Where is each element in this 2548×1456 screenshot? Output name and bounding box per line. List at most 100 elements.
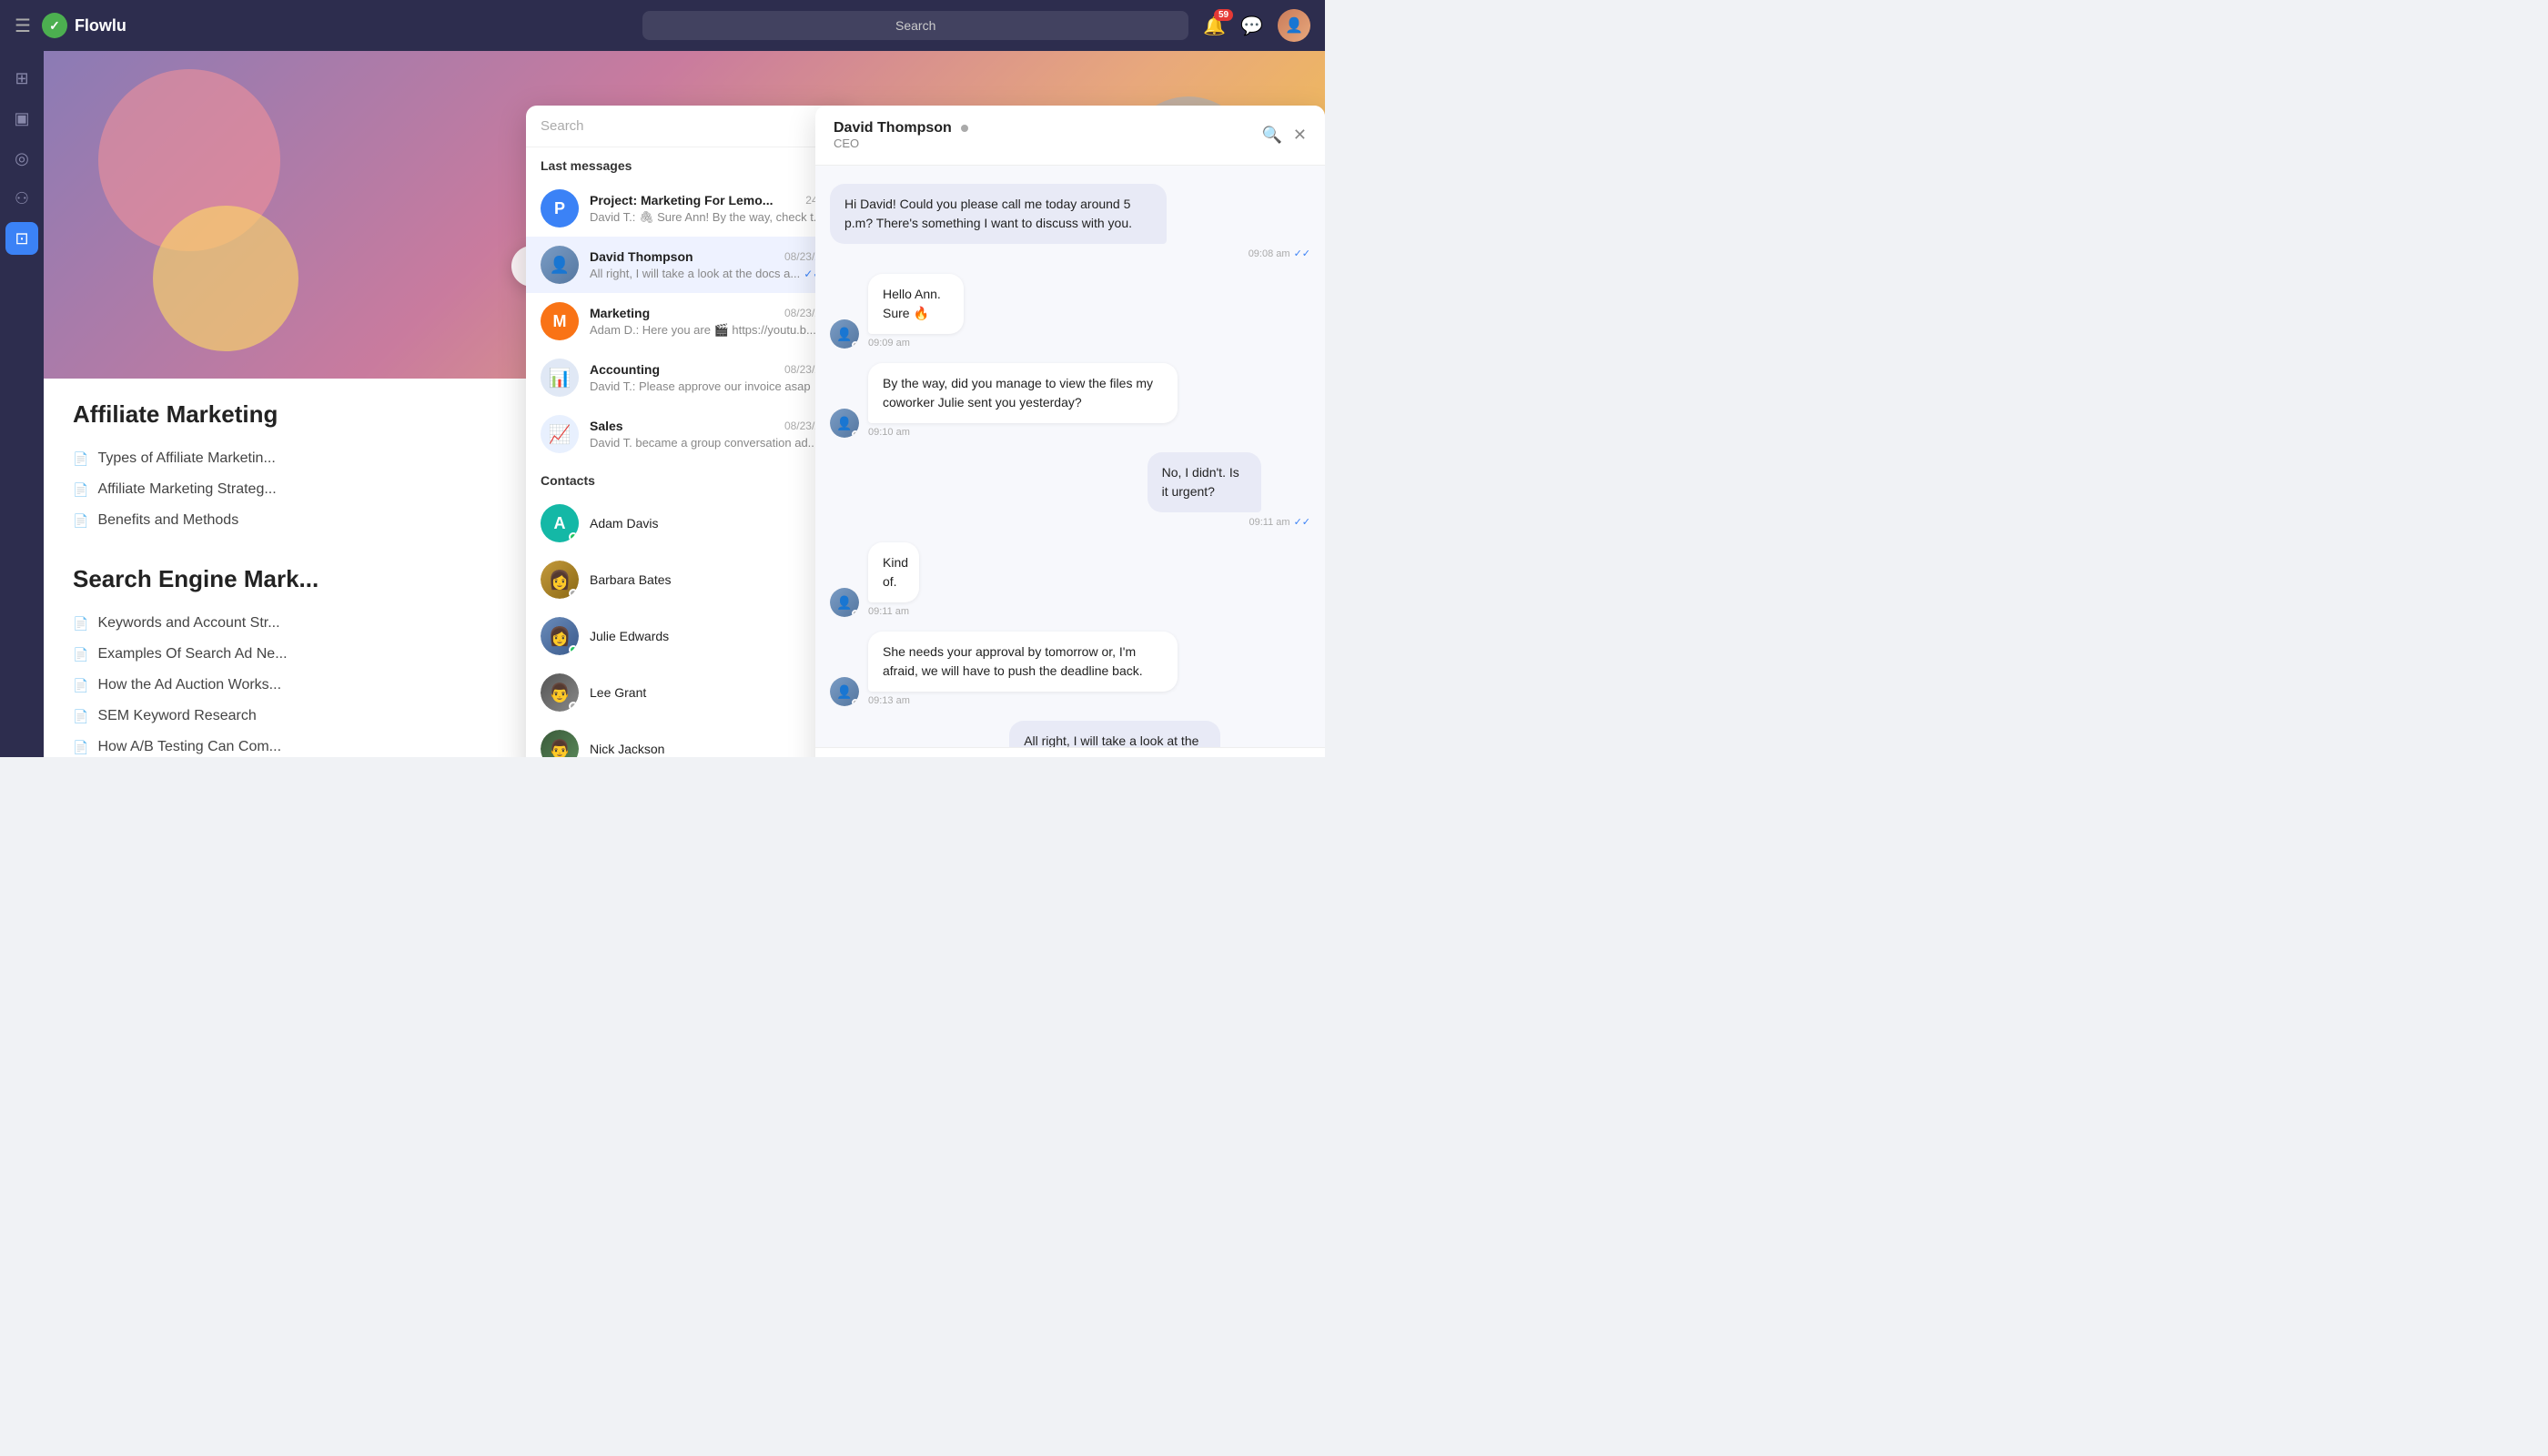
online-status-indicator [569, 645, 578, 654]
msg-header: David Thompson 08/23/2022 [590, 249, 839, 264]
msg-header: Accounting 08/23/2022 [590, 362, 839, 377]
user-avatar[interactable]: 👤 [1278, 9, 1310, 42]
sender-avatar: 👤 [830, 588, 859, 617]
msg-content: Marketing 08/23/2022 Adam D.: Here you a… [590, 306, 839, 338]
msg-content: Accounting 08/23/2022 David T.: Please a… [590, 362, 839, 393]
contact-item-barbara[interactable]: 👩 Barbara Bates [526, 551, 854, 608]
app-logo[interactable]: ✓ Flowlu [42, 13, 126, 38]
sidebar-item-crm[interactable]: ◎ [5, 142, 38, 175]
chat-bubble: She needs your approval by tomorrow or, … [868, 632, 1178, 692]
chat-bubble-meta: 09:11 am [868, 606, 940, 617]
messages-search-input[interactable] [541, 118, 810, 134]
contact-name-julie: Julie Edwards [590, 629, 669, 643]
contact-item-nick[interactable]: 👨 Nick Jackson [526, 721, 854, 757]
top-navigation: ☰ ✓ Flowlu Search 🔔 59 💬 👤 [0, 0, 1325, 51]
contact-avatar-adam: A [541, 504, 579, 542]
msg-name: Project: Marketing For Lemo... [590, 193, 773, 207]
messages-search-bar: 👥 [526, 106, 854, 147]
chat-search-button[interactable]: 🔍 [1261, 126, 1281, 145]
doc-icon: 📄 [73, 451, 88, 467]
chat-status-dot [961, 125, 968, 132]
contact-avatar-barbara: 👩 [541, 561, 579, 599]
msg-name: Sales [590, 419, 623, 433]
msg-avatar-sales: 📈 [541, 415, 579, 453]
chat-message-incoming: 👤 She needs your approval by tomorrow or… [830, 632, 1310, 706]
message-item-marketing[interactable]: M Marketing 08/23/2022 Adam D.: Here you… [526, 293, 854, 349]
message-item-sales[interactable]: 📈 Sales 08/23/2022 David T. became a gro… [526, 406, 854, 462]
check-icon: ✓✓ [1294, 248, 1310, 259]
sidebar-item-contacts[interactable]: ⚇ [5, 182, 38, 215]
sidebar: ⊞ ▣ ◎ ⚇ ⊡ [0, 51, 44, 757]
contact-item-adam[interactable]: A Adam Davis [526, 495, 854, 551]
msg-content: David Thompson 08/23/2022 All right, I w… [590, 249, 839, 280]
content-area: Marketing Fundamentals, strategies, me..… [44, 51, 1325, 757]
chat-input-area: Ctrl+Enter 📎 😊 ➤ [815, 747, 1325, 757]
chat-close-button[interactable]: ✕ [1293, 126, 1307, 145]
sender-avatar: 👤 [830, 409, 859, 438]
msg-header: Marketing 08/23/2022 [590, 306, 839, 320]
chat-message-outgoing: Hi David! Could you please call me today… [830, 184, 1310, 259]
sender-avatar: 👤 [830, 677, 859, 706]
chat-user-name: David Thompson [834, 120, 952, 136]
sender-avatar: 👤 [830, 319, 859, 349]
notification-count: 59 [1214, 9, 1233, 21]
chat-messages: Hi David! Could you please call me today… [815, 166, 1325, 747]
msg-preview: David T.: 🖇 Sure Ann! By the way, check … [590, 210, 839, 225]
offline-status-indicator [569, 589, 578, 598]
contact-item-julie[interactable]: 👩 Julie Edwards [526, 608, 854, 664]
contact-avatar-nick: 👨 [541, 730, 579, 757]
msg-avatar-david: 👤 [541, 246, 579, 284]
chat-bubble-meta: 09:09 am [868, 338, 1006, 349]
message-item-david-thompson[interactable]: 👤 David Thompson 08/23/2022 All right, I… [526, 237, 854, 293]
msg-header: Project: Marketing For Lemo... 24 aug [590, 193, 839, 207]
offline-status-indicator [569, 702, 578, 711]
chat-bubble: Hi David! Could you please call me today… [830, 184, 1167, 244]
chat-bubble-meta: 09:08 am ✓✓ [830, 248, 1310, 259]
sender-status [852, 341, 859, 349]
last-messages-title: Last messages [526, 147, 854, 180]
chat-message-incoming: 👤 By the way, did you manage to view the… [830, 363, 1310, 438]
main-layout: ⊞ ▣ ◎ ⚇ ⊡ Marketing Fundamentals, strate… [0, 51, 1325, 757]
msg-content: Project: Marketing For Lemo... 24 aug Da… [590, 193, 839, 225]
menu-icon[interactable]: ☰ [15, 15, 31, 37]
contact-name-adam: Adam Davis [590, 516, 658, 531]
contact-name-barbara: Barbara Bates [590, 572, 672, 587]
notifications-bell[interactable]: 🔔 59 [1203, 15, 1226, 37]
doc-icon: 📄 [73, 740, 88, 755]
chat-message-outgoing: No, I didn't. Is it urgent? 09:11 am ✓✓ [830, 452, 1310, 528]
msg-avatar-project: P [541, 189, 579, 228]
message-item-project-marketing[interactable]: P Project: Marketing For Lemo... 24 aug … [526, 180, 854, 237]
app-name: Flowlu [75, 16, 126, 35]
chat-bubble-meta: 09:10 am [868, 427, 1310, 438]
contact-item-lee[interactable]: 👨 Lee Grant [526, 664, 854, 721]
chat-user-role: CEO [834, 136, 968, 150]
chat-bubble: Kind of. [868, 542, 919, 602]
doc-icon: 📄 [73, 513, 88, 529]
chat-bubble: By the way, did you manage to view the f… [868, 363, 1178, 423]
doc-icon: 📄 [73, 616, 88, 632]
contacts-title: Contacts [526, 462, 854, 495]
sidebar-item-tasks[interactable]: ▣ [5, 102, 38, 135]
logo-icon: ✓ [42, 13, 67, 38]
message-item-accounting[interactable]: 📊 Accounting 08/23/2022 David T.: Please… [526, 349, 854, 406]
contact-name-lee: Lee Grant [590, 685, 646, 700]
chat-bubble-meta: 09:11 am ✓✓ [1148, 516, 1310, 528]
chat-bubble-meta: 09:13 am [868, 695, 1310, 706]
contact-avatar-lee: 👨 [541, 673, 579, 712]
chat-bubble: No, I didn't. Is it urgent? [1148, 452, 1262, 512]
chat-panel: David Thompson CEO 🔍 ✕ [815, 106, 1325, 757]
doc-icon: 📄 [73, 647, 88, 662]
msg-name: Accounting [590, 362, 660, 377]
nav-actions: 🔔 59 💬 👤 [1203, 9, 1310, 42]
nav-search-bar[interactable]: Search [642, 11, 1188, 40]
msg-preview: David T. became a group conversation ad.… [590, 436, 839, 450]
msg-preview: All right, I will take a look at the doc… [590, 267, 839, 280]
chat-bubble: All right, I will take a look at the doc… [1009, 721, 1220, 747]
chat-user-info: David Thompson CEO [834, 120, 968, 150]
sidebar-item-knowledge[interactable]: ⊡ [5, 222, 38, 255]
nav-search-text: Search [895, 18, 935, 33]
online-status-indicator [569, 532, 578, 541]
sidebar-item-home[interactable]: ⊞ [5, 62, 38, 95]
doc-icon: 📄 [73, 709, 88, 724]
chat-icon[interactable]: 💬 [1240, 15, 1263, 37]
